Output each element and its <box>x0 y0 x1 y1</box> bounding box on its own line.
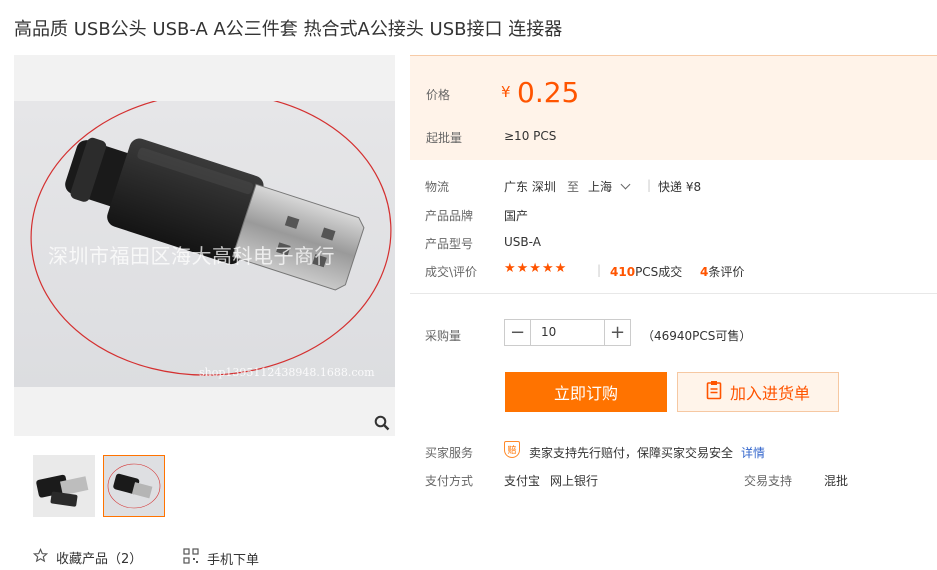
zoom-button[interactable] <box>371 412 393 434</box>
brand-label: 产品品牌 <box>425 209 474 223</box>
min-order-label: 起批量 <box>426 131 463 145</box>
order-now-button[interactable]: 立即订购 <box>505 372 667 412</box>
mobile-order-label: 手机下单 <box>207 552 260 568</box>
brand-value: 国产 <box>504 209 529 223</box>
quantity-input[interactable]: 10 <box>531 319 604 346</box>
chevron-down-icon <box>620 179 631 190</box>
sold-count[interactable]: 410PCS成交 <box>610 263 682 280</box>
quantity-increase-button[interactable]: + <box>604 319 631 346</box>
favorite-product-button[interactable]: 收藏产品（2） <box>32 547 143 567</box>
model-value: USB-A <box>504 235 541 249</box>
express-fee: 快递 ¥8 <box>658 180 702 194</box>
sold-number: 410 <box>610 265 636 279</box>
rating-stars: ★★★★★ <box>504 261 568 276</box>
model-label: 产品型号 <box>425 237 474 251</box>
quantity-decrease-button[interactable]: − <box>504 319 531 346</box>
ship-to-value: 上海 <box>588 180 613 194</box>
thumbnail-1[interactable] <box>33 455 95 517</box>
payment-online-bank: 网上银行 <box>550 474 599 488</box>
quantity-label: 采购量 <box>425 329 462 343</box>
ship-from: 广东 深圳 <box>504 180 556 194</box>
price-panel: 价格 ¥ 0.25 起批量 ≥10 PCS <box>410 55 937 160</box>
service-text: 卖家支持先行赔付，保障买家交易安全 <box>529 446 734 460</box>
sold-unit: PCS成交 <box>635 265 683 279</box>
thumbnail-2-image <box>104 456 164 516</box>
order-now-label: 立即订购 <box>553 384 618 403</box>
add-to-cart-button[interactable]: 加入进货单 <box>677 372 839 412</box>
price-label: 价格 <box>426 88 451 102</box>
ship-to-select[interactable]: 上海 <box>588 178 631 195</box>
payment-alipay: 支付宝 <box>504 474 541 488</box>
main-product-image[interactable]: 深圳市福田区海大高科电子商行 shop1395112438948.1688.co… <box>14 55 395 436</box>
clipboard-icon <box>706 380 722 404</box>
rating-separator: | <box>597 263 602 277</box>
magnifier-icon <box>374 415 390 431</box>
mobile-order-button[interactable]: 手机下单 <box>183 548 259 568</box>
service-label: 买家服务 <box>425 446 474 460</box>
service-details-link[interactable]: 详情 <box>741 444 765 461</box>
rating-label: 成交\评价 <box>425 265 478 279</box>
available-stock: （46940PCS可售） <box>642 329 752 343</box>
trade-support-value: 混批 <box>824 474 849 488</box>
star-outline-icon <box>32 547 49 567</box>
favorite-label: 收藏产品（2） <box>56 552 143 567</box>
section-divider <box>410 293 937 294</box>
payment-label: 支付方式 <box>425 474 474 488</box>
review-count[interactable]: 4条评价 <box>700 263 744 280</box>
image-watermark: 深圳市福田区海大高科电子商行 <box>48 244 335 268</box>
review-unit: 条评价 <box>708 265 745 279</box>
thumbnail-1-image <box>33 455 95 517</box>
ship-to-word: 至 <box>567 180 580 194</box>
logistics-label: 物流 <box>425 180 450 194</box>
product-title: 高品质 USB公头 USB-A A公三件套 热合式A公接头 USB接口 连接器 <box>14 19 563 40</box>
compensation-shield-icon: 赔 <box>504 441 520 458</box>
image-watermark-url: shop1395112438948.1688.com <box>199 366 375 379</box>
qrcode-icon <box>183 548 199 568</box>
add-to-cart-label: 加入进货单 <box>729 384 810 403</box>
thumbnail-2[interactable] <box>103 455 165 517</box>
price-value: 0.25 <box>517 76 580 109</box>
logistics-separator: | <box>647 178 652 192</box>
min-order-value: ≥10 PCS <box>504 129 557 143</box>
currency-symbol: ¥ <box>501 83 511 101</box>
trade-support-label: 交易支持 <box>744 474 793 488</box>
